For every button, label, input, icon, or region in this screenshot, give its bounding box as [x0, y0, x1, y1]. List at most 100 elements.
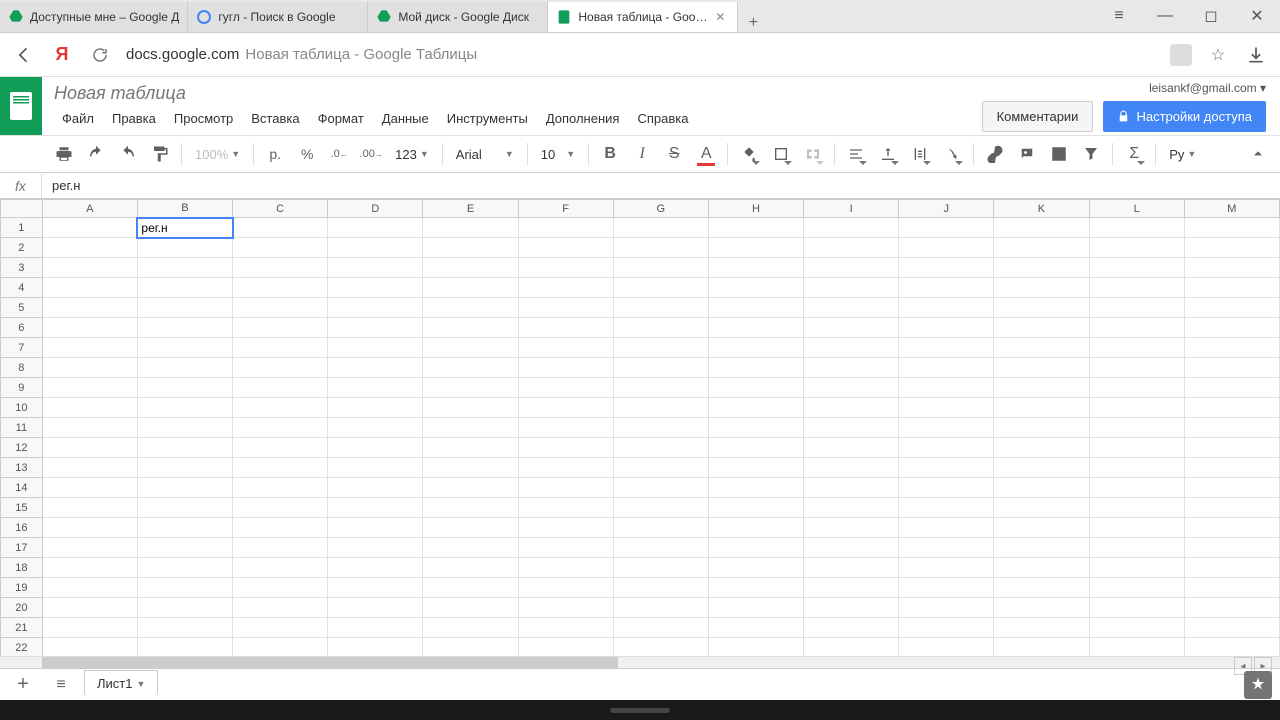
cell-G1[interactable]: [613, 218, 708, 238]
menu-help[interactable]: Справка: [629, 108, 696, 129]
row-header[interactable]: 18: [1, 558, 43, 578]
redo-button[interactable]: [114, 140, 142, 168]
strikethrough-button[interactable]: S: [660, 140, 688, 168]
bookmark-icon[interactable]: ☆: [1206, 43, 1230, 67]
cell-D22[interactable]: [328, 638, 423, 657]
cell-B12[interactable]: [137, 438, 232, 458]
cell-I15[interactable]: [804, 498, 899, 518]
cell-C5[interactable]: [233, 298, 328, 318]
cell-M16[interactable]: [1184, 518, 1279, 538]
cell-F22[interactable]: [518, 638, 613, 657]
cell-K12[interactable]: [994, 438, 1089, 458]
column-header[interactable]: J: [899, 200, 994, 218]
cell-H18[interactable]: [708, 558, 803, 578]
zoom-select[interactable]: 100%▼: [189, 147, 246, 162]
cell-B6[interactable]: [137, 318, 232, 338]
cell-K22[interactable]: [994, 638, 1089, 657]
cell-H8[interactable]: [708, 358, 803, 378]
collapse-toolbar-button[interactable]: [1244, 140, 1272, 168]
cell-M6[interactable]: [1184, 318, 1279, 338]
functions-button[interactable]: Σ: [1120, 140, 1148, 168]
cell-D9[interactable]: [328, 378, 423, 398]
column-header[interactable]: A: [42, 200, 137, 218]
cell-B13[interactable]: [137, 458, 232, 478]
downloads-icon[interactable]: [1244, 43, 1268, 67]
cell-L8[interactable]: [1089, 358, 1184, 378]
currency-button[interactable]: р.: [261, 140, 289, 168]
column-header[interactable]: F: [518, 200, 613, 218]
cell-F17[interactable]: [518, 538, 613, 558]
column-header[interactable]: D: [328, 200, 423, 218]
chevron-down-icon[interactable]: ▼: [136, 679, 145, 689]
cell-G20[interactable]: [613, 598, 708, 618]
cell-A1[interactable]: [42, 218, 137, 238]
cell-B21[interactable]: [137, 618, 232, 638]
cell-E13[interactable]: [423, 458, 518, 478]
menu-tools[interactable]: Инструменты: [439, 108, 536, 129]
cell-G18[interactable]: [613, 558, 708, 578]
close-icon[interactable]: ✕: [715, 10, 729, 24]
cell-K20[interactable]: [994, 598, 1089, 618]
cell-I16[interactable]: [804, 518, 899, 538]
cell-B5[interactable]: [137, 298, 232, 318]
cell-C14[interactable]: [233, 478, 328, 498]
cell-F10[interactable]: [518, 398, 613, 418]
cell-M17[interactable]: [1184, 538, 1279, 558]
cell-G7[interactable]: [613, 338, 708, 358]
cell-H14[interactable]: [708, 478, 803, 498]
cell-L6[interactable]: [1089, 318, 1184, 338]
cell-H15[interactable]: [708, 498, 803, 518]
cell-I10[interactable]: [804, 398, 899, 418]
sheets-logo[interactable]: [0, 77, 42, 135]
cell-E1[interactable]: [423, 218, 518, 238]
row-header[interactable]: 11: [1, 418, 43, 438]
cell-E21[interactable]: [423, 618, 518, 638]
cell-D8[interactable]: [328, 358, 423, 378]
select-all-cell[interactable]: [1, 200, 43, 218]
cell-C8[interactable]: [233, 358, 328, 378]
cell-C7[interactable]: [233, 338, 328, 358]
cell-C9[interactable]: [233, 378, 328, 398]
cell-F20[interactable]: [518, 598, 613, 618]
cell-K15[interactable]: [994, 498, 1089, 518]
document-title[interactable]: Новая таблица: [54, 83, 982, 104]
cell-M19[interactable]: [1184, 578, 1279, 598]
cell-H16[interactable]: [708, 518, 803, 538]
cell-E2[interactable]: [423, 238, 518, 258]
site-info-icon[interactable]: [1170, 44, 1192, 66]
cell-M20[interactable]: [1184, 598, 1279, 618]
cell-M14[interactable]: [1184, 478, 1279, 498]
cell-A12[interactable]: [42, 438, 137, 458]
cell-A13[interactable]: [42, 458, 137, 478]
cell-H2[interactable]: [708, 238, 803, 258]
cell-H19[interactable]: [708, 578, 803, 598]
cell-F6[interactable]: [518, 318, 613, 338]
cell-G6[interactable]: [613, 318, 708, 338]
cell-A20[interactable]: [42, 598, 137, 618]
cell-C22[interactable]: [233, 638, 328, 657]
cell-M3[interactable]: [1184, 258, 1279, 278]
cell-F7[interactable]: [518, 338, 613, 358]
cell-I8[interactable]: [804, 358, 899, 378]
add-sheet-button[interactable]: +: [8, 672, 38, 698]
cell-G17[interactable]: [613, 538, 708, 558]
cell-M5[interactable]: [1184, 298, 1279, 318]
print-button[interactable]: [50, 140, 78, 168]
cell-C19[interactable]: [233, 578, 328, 598]
cell-L5[interactable]: [1089, 298, 1184, 318]
cell-E8[interactable]: [423, 358, 518, 378]
cell-L7[interactable]: [1089, 338, 1184, 358]
cell-F5[interactable]: [518, 298, 613, 318]
cell-E7[interactable]: [423, 338, 518, 358]
cell-I17[interactable]: [804, 538, 899, 558]
column-header[interactable]: M: [1184, 200, 1279, 218]
cell-G15[interactable]: [613, 498, 708, 518]
cell-L3[interactable]: [1089, 258, 1184, 278]
cell-K11[interactable]: [994, 418, 1089, 438]
cell-F3[interactable]: [518, 258, 613, 278]
cell-B18[interactable]: [137, 558, 232, 578]
cell-I9[interactable]: [804, 378, 899, 398]
column-header[interactable]: E: [423, 200, 518, 218]
cell-K13[interactable]: [994, 458, 1089, 478]
cell-I22[interactable]: [804, 638, 899, 657]
